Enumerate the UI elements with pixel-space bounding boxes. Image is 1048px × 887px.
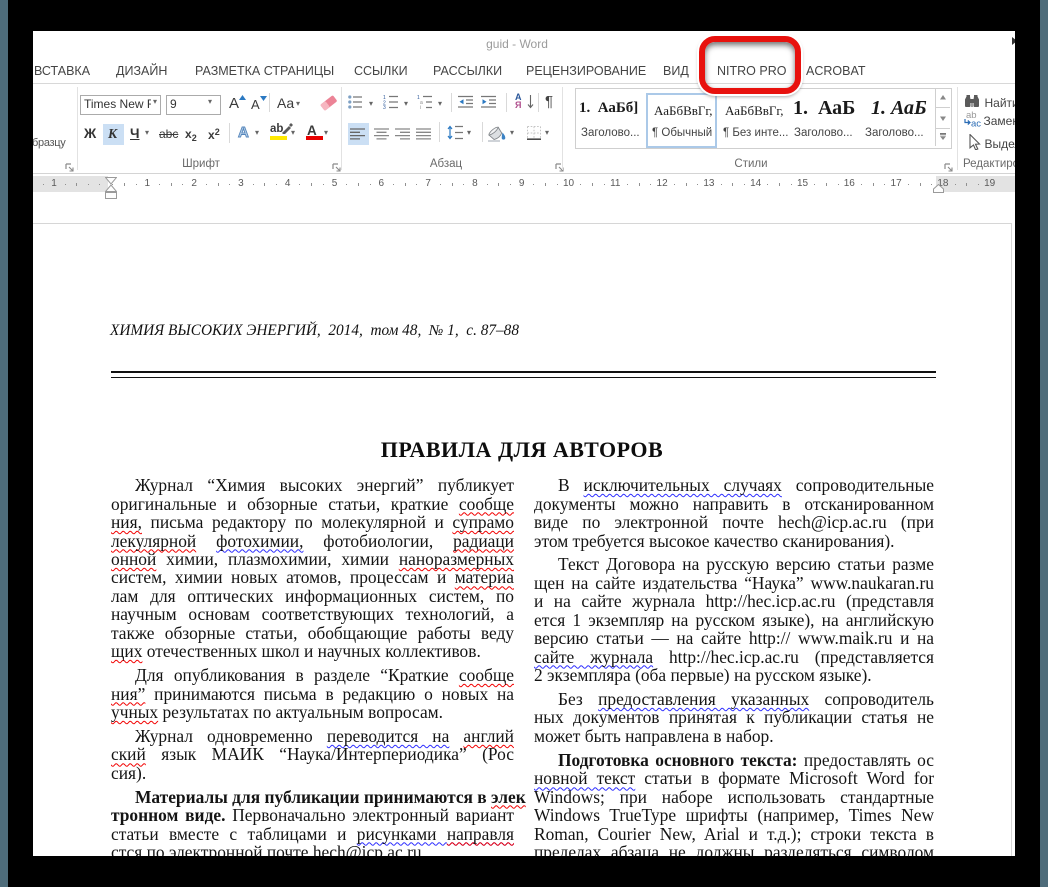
- svg-text:3: 3: [383, 105, 386, 109]
- svg-text:i: i: [420, 105, 421, 109]
- svg-text:ac: ac: [971, 119, 981, 128]
